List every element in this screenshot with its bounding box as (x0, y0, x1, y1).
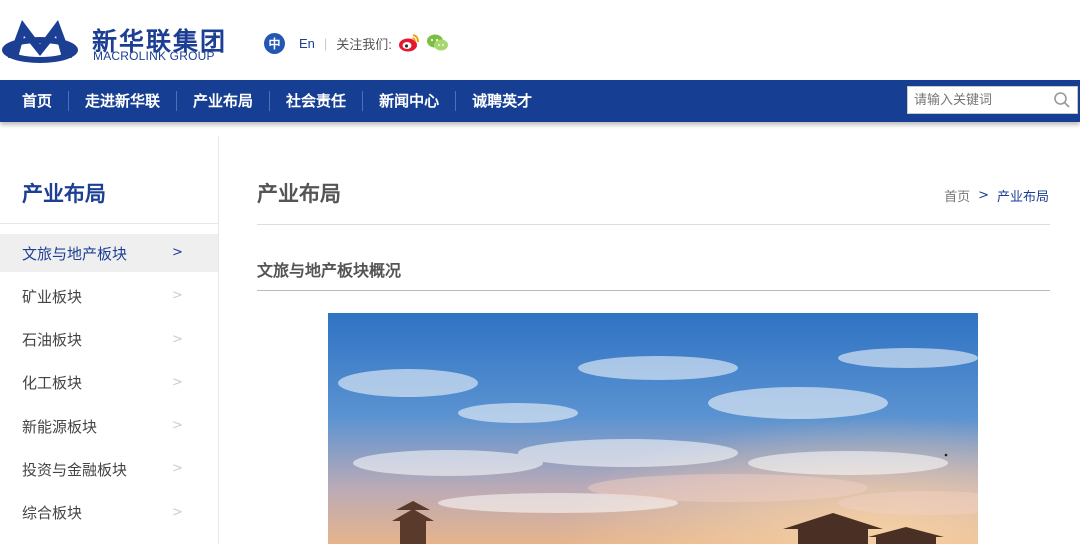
page-title: 产业布局 (257, 182, 341, 206)
sidebar-item-label: 投资与金融板块 (22, 460, 128, 479)
chevron-right-icon: > (172, 504, 183, 520)
section-title: 文旅与地产板块概况 (257, 261, 402, 280)
sidebar-item-general[interactable]: 综合板块 > (0, 494, 218, 532)
follow-label: 关注我们: (336, 36, 392, 52)
divider (257, 290, 1050, 291)
sidebar: 产业布局 文旅与地产板块 > 矿业板块 > 石油板块 > 化工板块 > 新能源板… (0, 136, 219, 544)
weibo-icon[interactable] (398, 33, 420, 53)
breadcrumb-home-link[interactable]: 首页 (944, 186, 970, 205)
breadcrumb-current: 产业布局 (996, 190, 1049, 205)
language-bar: 中 En | 关注我们: (264, 32, 450, 54)
sidebar-item-label: 新能源板块 (22, 417, 98, 436)
breadcrumb-separator: > (978, 188, 989, 203)
sidebar-item-finance[interactable]: 投资与金融板块 > (0, 450, 218, 488)
sidebar-item-label: 文旅与地产板块 (22, 244, 128, 263)
nav-item-news[interactable]: 新闻中心 (362, 91, 455, 111)
brand-logo[interactable]: 新华联集团 MACROLINK GROUP (0, 8, 240, 72)
brand-name-en: MACROLINK GROUP (93, 49, 215, 63)
nav-item-industry[interactable]: 产业布局 (176, 91, 269, 111)
lang-en-link[interactable]: En (299, 36, 315, 51)
nav-item-responsibility[interactable]: 社会责任 (269, 91, 362, 111)
sidebar-item-label: 综合板块 (22, 504, 83, 523)
sidebar-list: 文旅与地产板块 > 矿业板块 > 石油板块 > 化工板块 > 新能源板块 > 投… (0, 234, 218, 537)
nav-item-about[interactable]: 走进新华联 (68, 91, 176, 111)
search-box (907, 86, 1078, 114)
sidebar-item-label: 化工板块 (22, 374, 83, 393)
sky-pavilion-image (328, 313, 978, 544)
sidebar-title: 产业布局 (22, 182, 106, 206)
breadcrumb: 首页 > 产业布局 (944, 186, 1049, 205)
sidebar-item-label: 石油板块 (22, 331, 83, 350)
nav-item-careers[interactable]: 诚聘英才 (455, 91, 548, 111)
sidebar-item-petroleum[interactable]: 石油板块 > (0, 321, 218, 359)
nav-list: 首页 走进新华联 产业布局 社会责任 新闻中心 诚聘英才 (6, 80, 548, 122)
chevron-right-icon: > (172, 418, 183, 434)
macrolink-logo-icon (2, 20, 78, 63)
chevron-right-icon: > (172, 461, 183, 477)
search-icon[interactable] (1053, 91, 1071, 109)
chevron-right-icon: > (172, 288, 183, 304)
cultural-tourism-photo (328, 313, 978, 544)
chevron-right-icon: > (172, 331, 183, 347)
divider (257, 224, 1050, 225)
divider (0, 223, 218, 224)
separator: | (323, 35, 328, 51)
sidebar-item-chemical[interactable]: 化工板块 > (0, 364, 218, 402)
nav-item-home[interactable]: 首页 (6, 91, 68, 111)
sidebar-item-new-energy[interactable]: 新能源板块 > (0, 407, 218, 445)
sidebar-item-mining[interactable]: 矿业板块 > (0, 277, 218, 315)
search-input[interactable] (908, 88, 1048, 112)
sidebar-item-culture-realestate[interactable]: 文旅与地产板块 > (0, 234, 218, 272)
chevron-right-icon: > (172, 245, 183, 260)
chevron-right-icon: > (172, 374, 183, 390)
lang-cn-button[interactable]: 中 (264, 32, 285, 54)
sidebar-item-label: 矿业板块 (22, 287, 83, 306)
wechat-icon[interactable] (426, 33, 450, 53)
site-header: 新华联集团 MACROLINK GROUP 中 En | 关注我们: (0, 0, 1080, 80)
